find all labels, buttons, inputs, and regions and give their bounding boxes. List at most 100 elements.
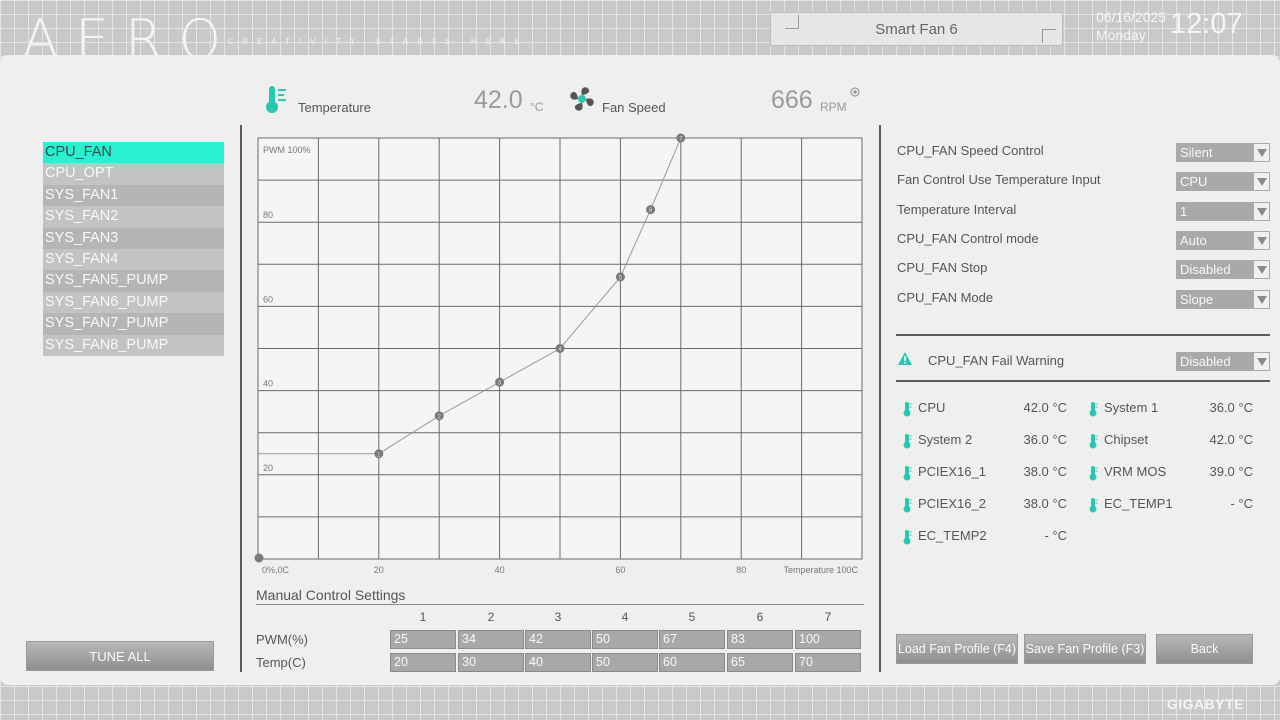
date-text: 06/16/2025 <box>1096 9 1167 25</box>
sensor-name: System 2 <box>918 432 973 447</box>
page-title-text: Smart Fan 6 <box>875 20 958 38</box>
tagline: CREATIVITY STARTS HERE. <box>228 37 540 46</box>
x-tick-label: 80 <box>736 565 746 575</box>
thermometer-icon <box>902 529 912 545</box>
sensor-name: Chipset <box>1104 432 1149 447</box>
sensor-value: 39.0 °C <box>1209 464 1253 479</box>
pwm-cell[interactable]: 100 <box>795 630 861 649</box>
thermometer-icon <box>266 86 286 113</box>
sensor-name: VRM MOS <box>1104 464 1167 479</box>
chevron-down-icon <box>1254 202 1269 220</box>
temp-cell[interactable]: 20 <box>390 653 456 672</box>
chevron-down-icon <box>1254 290 1269 308</box>
column-number: 2 <box>487 610 495 624</box>
tune-all-button[interactable]: TUNE ALL <box>26 641 214 671</box>
setting-dropdown[interactable]: Disabled <box>1176 260 1270 280</box>
fan-item-sys-fan7-pump[interactable]: SYS_FAN7_PUMP <box>43 313 224 335</box>
y-axis-top-label: PWM 100% <box>263 145 311 155</box>
column-number: 3 <box>554 610 562 624</box>
chevron-down-icon <box>1254 144 1269 161</box>
fan-item-sys-fan4[interactable]: SYS_FAN4 <box>43 248 224 271</box>
dropdown-value: Silent <box>1180 145 1213 160</box>
divider <box>240 125 242 672</box>
thermometer-icon <box>902 433 912 449</box>
load-fan-profile-button[interactable]: Load Fan Profile (F4) <box>896 634 1018 664</box>
divider <box>256 604 864 605</box>
fan-item-cpu-fan[interactable]: CPU_FAN <box>43 142 224 164</box>
sensor-name: PCIEX16_2 <box>918 496 986 511</box>
pwm-cell[interactable]: 50 <box>592 630 658 649</box>
setting-dropdown[interactable]: CPU <box>1176 172 1270 192</box>
pwm-cell[interactable]: 67 <box>659 630 725 649</box>
thermometer-icon <box>902 401 912 417</box>
x-tick-label: 60 <box>615 565 625 575</box>
pwm-cell[interactable]: 25 <box>390 630 456 649</box>
fan-item-cpu-opt[interactable]: CPU_OPT <box>43 163 224 185</box>
back-button[interactable]: Back <box>1156 634 1253 664</box>
corner-decoration <box>785 15 799 29</box>
fan-speed-value: 666 <box>771 86 813 114</box>
fan-item-sys-fan5-pump[interactable]: SYS_FAN5_PUMP <box>43 270 224 292</box>
fan-item-sys-fan3[interactable]: SYS_FAN3 <box>43 227 224 249</box>
fan-list: CPU_FAN CPU_OPT SYS_FAN1 SYS_FAN2 SYS_FAN3 SY… <box>43 142 224 356</box>
sensor-value: - °C <box>1230 496 1253 511</box>
y-tick-label: 40 <box>263 379 273 389</box>
setting-dropdown[interactable]: Auto <box>1176 230 1270 250</box>
column-number: 7 <box>824 610 832 624</box>
settings-dot-icon[interactable] <box>850 87 860 97</box>
y-tick-label: 60 <box>263 294 273 304</box>
fan-item-sys-fan1[interactable]: SYS_FAN1 <box>43 184 224 207</box>
fan-curve-svg[interactable]: PWM 100% 80 60 40 20 0%,0C 20 40 60 80 Temperature… <box>254 133 863 575</box>
y-tick-label: 80 <box>263 210 273 220</box>
fail-warning-dropdown[interactable]: Disabled <box>1176 352 1270 371</box>
temp-cell[interactable]: 30 <box>458 653 524 672</box>
temp-row-label: Temp(C) <box>256 655 306 670</box>
setting-dropdown[interactable]: Slope <box>1176 289 1270 309</box>
setting-dropdown[interactable]: Silent <box>1176 143 1270 162</box>
divider <box>896 334 1270 336</box>
sensor-name: EC_TEMP2 <box>918 528 987 543</box>
x-axis-end-label: Temperature 100C <box>783 565 858 575</box>
fan-curve-chart[interactable]: PWM 100% 80 60 40 20 0%,0C 20 40 60 80 Temperature… <box>254 133 863 575</box>
pwm-cell[interactable]: 34 <box>458 630 524 649</box>
dropdown-value: Disabled <box>1180 262 1231 278</box>
curve-origin-point <box>254 553 264 563</box>
warning-icon <box>898 352 912 365</box>
temperature-label: Temperature <box>298 100 371 115</box>
fan-item-sys-fan8-pump[interactable]: SYS_FAN8_PUMP <box>43 334 224 356</box>
sensor-value: - °C <box>1044 528 1067 543</box>
clock: 12:07 <box>1170 8 1243 40</box>
temp-cell[interactable]: 70 <box>795 653 861 672</box>
dropdown-value: 1 <box>1180 203 1188 219</box>
sensor-value: 38.0 °C <box>1023 464 1067 479</box>
pwm-cell[interactable]: 42 <box>525 630 591 649</box>
gigabyte-logo: GIGABYTE <box>1166 696 1244 712</box>
x-tick-label: 40 <box>495 565 505 575</box>
fan-speed-unit: RPM <box>820 100 847 114</box>
setting-label: Fan Control Use Temperature Input <box>897 172 1101 188</box>
save-fan-profile-button[interactable]: Save Fan Profile (F3) <box>1024 634 1146 664</box>
sensor-value: 36.0 °C <box>1209 400 1253 415</box>
pwm-cell[interactable]: 83 <box>727 630 793 649</box>
chevron-down-icon <box>1254 353 1269 370</box>
pwm-row-label: PWM(%) <box>256 632 308 647</box>
dropdown-value: Slope <box>1180 291 1214 307</box>
temp-cell[interactable]: 50 <box>592 653 658 672</box>
temp-cell[interactable]: 40 <box>525 653 591 672</box>
thermometer-icon <box>902 497 912 513</box>
fan-item-sys-fan6-pump[interactable]: SYS_FAN6_PUMP <box>43 291 224 314</box>
x-axis-origin-label: 0%,0C <box>262 565 290 575</box>
setting-dropdown[interactable]: 1 <box>1176 201 1270 221</box>
sensor-name: CPU <box>918 400 946 415</box>
column-number: 1 <box>419 610 427 624</box>
divider <box>879 125 881 672</box>
sensor-value: 36.0 °C <box>1023 432 1067 447</box>
fan-item-sys-fan2[interactable]: SYS_FAN2 <box>43 206 224 228</box>
column-number: 6 <box>756 610 764 624</box>
temp-cell[interactable]: 60 <box>659 653 725 672</box>
chevron-down-icon <box>1254 231 1269 249</box>
temperature-value: 42.0 <box>474 86 523 114</box>
temperature-unit: °C <box>530 100 544 114</box>
setting-label: Temperature Interval <box>897 201 1017 217</box>
temp-cell[interactable]: 65 <box>727 653 793 672</box>
